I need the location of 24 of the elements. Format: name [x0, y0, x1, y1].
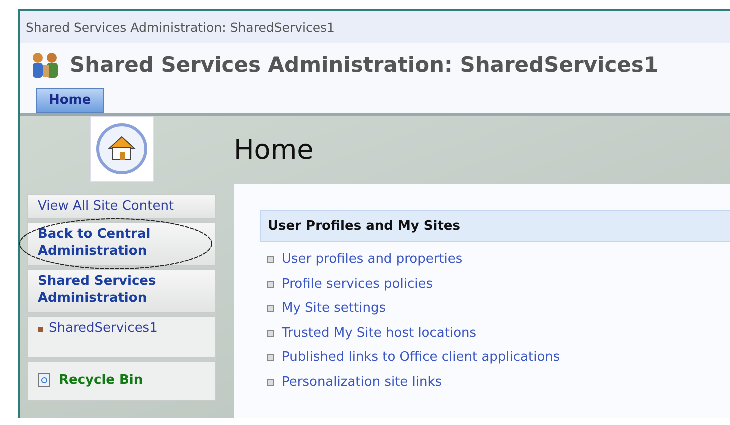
bullet-icon	[267, 280, 274, 288]
bullet-icon	[267, 256, 274, 263]
home-icon	[96, 123, 148, 175]
bullet-icon	[267, 378, 274, 386]
home-tab[interactable]: Home	[36, 88, 104, 113]
section-header: User Profiles and My Sites	[260, 210, 730, 242]
admin-link[interactable]: User profiles and properties	[282, 252, 463, 267]
bullet-icon	[267, 305, 274, 312]
admin-link[interactable]: Personalization site links	[282, 374, 442, 390]
nav-heading[interactable]: Shared Services Administration	[27, 268, 216, 313]
recycle-bin-icon	[38, 373, 51, 388]
breadcrumb: Shared Services Administration: SharedServices1	[26, 20, 335, 34]
admin-link[interactable]: Published links to Office client applications	[282, 350, 560, 365]
bullet-icon	[267, 330, 274, 336]
admin-link[interactable]: Trusted My Site host locations	[282, 326, 477, 340]
nav-link[interactable]: SharedServices1	[27, 316, 216, 358]
bullet-icon	[267, 354, 274, 361]
admin-link[interactable]: Profile services policies	[282, 276, 433, 292]
admin-link[interactable]: My Site settings	[282, 301, 386, 316]
recycle-bin-link[interactable]: Recycle Bin	[27, 360, 216, 401]
nav-link[interactable]: View All Site Content	[27, 194, 216, 219]
page-title: Home	[234, 134, 315, 168]
nav-heading[interactable]: Back to Central Administration	[27, 222, 216, 266]
site-title: Shared Services Administration: SharedServices1	[70, 53, 658, 77]
